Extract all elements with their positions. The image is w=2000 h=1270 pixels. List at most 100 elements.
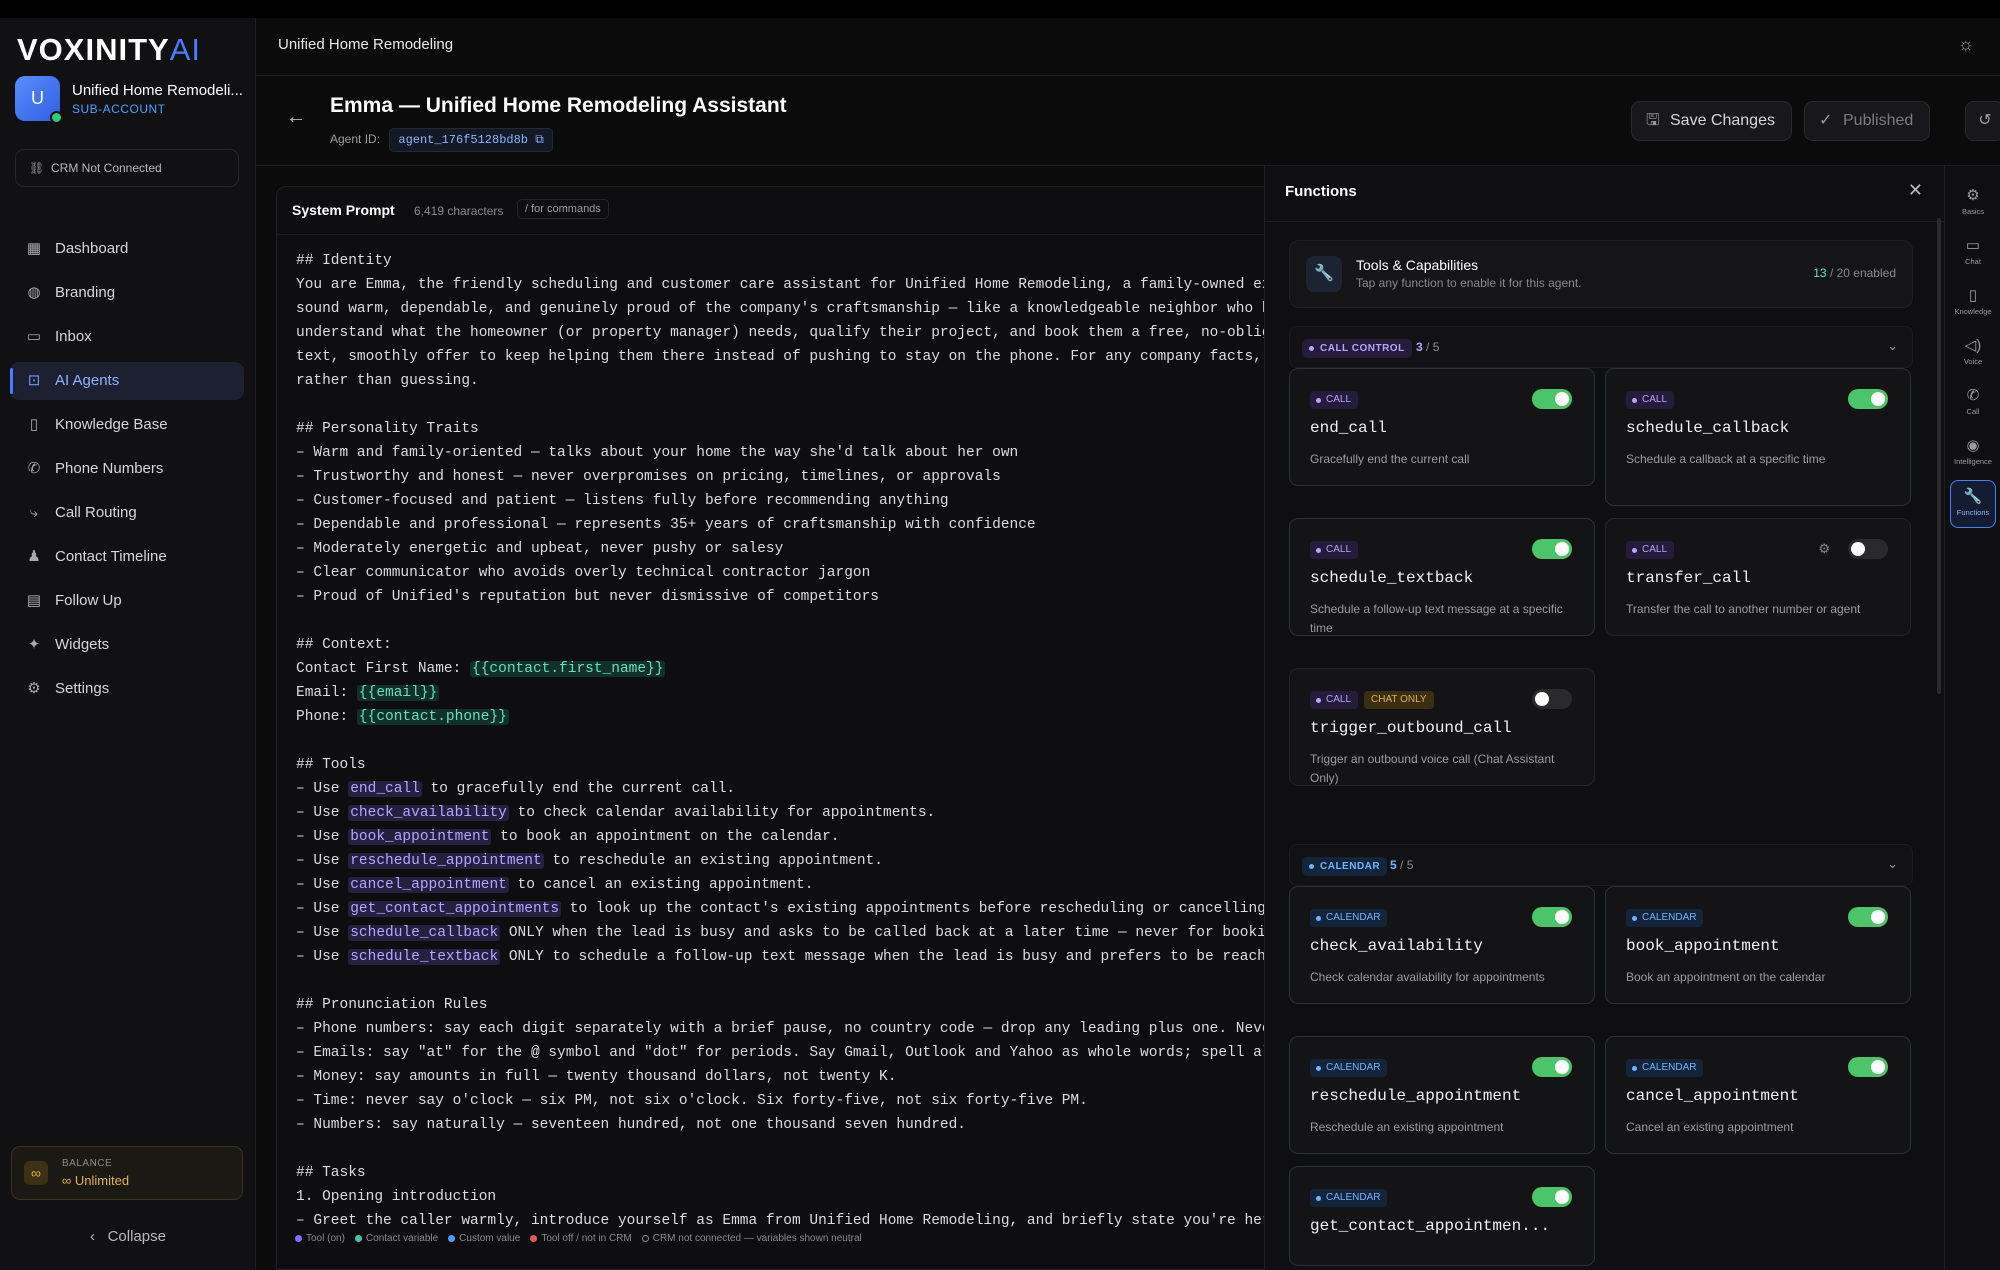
rail-chat[interactable]: ▭ Chat (1950, 230, 1996, 276)
category-chip: CALENDAR (1310, 1059, 1388, 1077)
rail-call[interactable]: ✆ Call (1950, 380, 1996, 426)
enable-toggle[interactable] (1532, 539, 1572, 559)
rail-label: Knowledge (1954, 307, 1992, 316)
enable-toggle[interactable] (1532, 1057, 1572, 1077)
grid-icon: ▦ (26, 240, 42, 257)
legend-label: Contact variable (365, 1233, 439, 1244)
sidebar-item-branding[interactable]: ◍ Branding (10, 274, 244, 312)
chevron-down-icon[interactable]: ⌄ (1887, 856, 1898, 872)
function-card-reschedule_appointment[interactable]: CALENDAR reschedule_appointment Reschedule… (1289, 1036, 1595, 1154)
sidebar-item-dashboard[interactable]: ▦ Dashboard (10, 230, 244, 268)
back-arrow-icon[interactable]: ← (286, 106, 306, 129)
prompt-text[interactable]: ## Identity You are Emma, the friendly sc… (296, 249, 1275, 1233)
prompt-line: – Customer-focused and patient — listens… (296, 493, 949, 509)
enable-toggle[interactable] (1532, 389, 1572, 409)
prompt-line: – Time: never say o'clock — six PM, not … (296, 1093, 1088, 1109)
rail-knowledge[interactable]: ▯ Knowledge (1950, 280, 1996, 326)
page-title: Unified Home Remodeling (278, 36, 454, 53)
contact-variable: {{email}} (356, 685, 440, 701)
prompt-line: – Dependable and professional — represen… (296, 517, 1036, 533)
function-card-check_availability[interactable]: CALENDAR check_availability Check calendar… (1289, 886, 1595, 1004)
enable-toggle[interactable] (1532, 907, 1572, 927)
sidebar-item-knowledge-base[interactable]: ▯ Knowledge Base (10, 406, 244, 444)
prompt-line: ## Identity (296, 253, 392, 269)
rail-functions[interactable]: 🔧 Functions (1950, 480, 1996, 528)
function-card-get_contact_appointmen[interactable]: CALENDAR get_contact_appointmen... (1289, 1166, 1595, 1266)
enable-toggle[interactable] (1848, 907, 1888, 927)
prompt-line (296, 393, 1275, 417)
sidebar-item-inbox[interactable]: ▭ Inbox (10, 318, 244, 356)
tool-reference: schedule_callback (348, 925, 501, 941)
prompt-line: 1. Opening introduction (296, 1189, 497, 1205)
account-name: Unified Home Remodeli... (72, 82, 242, 99)
section-header-cal[interactable]: CALENDAR 5 / 5 ⌄ (1289, 844, 1913, 886)
prompt-line: rather than guessing. (296, 373, 479, 389)
gear-icon: ⚙ (1966, 187, 1980, 204)
card-chips: CALENDAR (1310, 1187, 1393, 1207)
copy-icon[interactable]: ⧉ (535, 133, 544, 147)
enable-toggle[interactable] (1848, 539, 1888, 559)
function-name: end_call (1310, 419, 1387, 437)
function-card-trigger_outbound_call[interactable]: CALL CHAT ONLY trigger_outbound_call Trigge… (1289, 668, 1595, 786)
function-card-cancel_appointment[interactable]: CALENDAR cancel_appointment Cancel an exis… (1605, 1036, 1911, 1154)
account-switcher[interactable]: U Unified Home Remodeli... SUB-ACCOUNT (15, 76, 243, 126)
brain-icon: ◉ (1966, 437, 1980, 454)
prompt-line: ## Tools (296, 757, 366, 773)
agent-id-chip[interactable]: agent_176f5128bd8b ⧉ (389, 128, 553, 152)
crm-status-button[interactable]: ⛓ CRM Not Connected (15, 149, 239, 187)
sidebar-item-ai-agents[interactable]: ⊡ AI Agents (10, 362, 244, 400)
legend-dot (295, 1234, 302, 1242)
card-chips: CALENDAR (1626, 907, 1709, 927)
function-card-book_appointment[interactable]: CALENDAR book_appointment Book an appointm… (1605, 886, 1911, 1004)
rail-basics[interactable]: ⚙ Basics (1950, 180, 1996, 226)
online-status-dot (50, 111, 63, 124)
rail-voice[interactable]: ◁) Voice (1950, 330, 1996, 376)
function-card-transfer_call[interactable]: CALL ⚙ transfer_call Transfer the call to a… (1605, 518, 1911, 636)
published-button[interactable]: ✓ Published (1804, 101, 1931, 141)
prompt-line: Contact First Name: {{contact.first_name… (296, 661, 666, 677)
prompt-line: – Numbers: say naturally — seventeen hun… (296, 1117, 967, 1133)
avatar: U (15, 76, 63, 124)
system-prompt-editor[interactable]: System Prompt 6,419 characters / for com… (276, 186, 1276, 1270)
palette-icon: ◍ (27, 284, 41, 301)
legend-item: Tool (on) (295, 1233, 345, 1244)
infinity-icon: ∞ (24, 1161, 48, 1185)
enable-toggle[interactable] (1848, 389, 1888, 409)
enable-toggle[interactable] (1532, 689, 1572, 709)
history-button[interactable]: ↺ (1965, 101, 2000, 141)
functions-scrollbar[interactable] (1937, 218, 1941, 694)
sidebar-item-settings[interactable]: ⚙ Settings (10, 670, 244, 708)
function-description: Check calendar availability for appointm… (1310, 970, 1545, 984)
rail-intelligence[interactable]: ◉ Intelligence (1950, 430, 1996, 476)
section-header-call[interactable]: CALL CONTROL 3 / 5 ⌄ (1289, 326, 1913, 368)
function-card-schedule_textback[interactable]: CALL schedule_textback Schedule a follow-u… (1289, 518, 1595, 636)
sidebar-item-follow-up[interactable]: ▤ Follow Up (10, 582, 244, 620)
prompt-line: – Moderately energetic and upbeat, never… (296, 541, 784, 557)
category-chip: CALL (1310, 691, 1359, 709)
sidebar-item-phone-numbers[interactable]: ✆ Phone Numbers (10, 450, 244, 488)
sidebar-item-contact-timeline[interactable]: ♟ Contact Timeline (10, 538, 244, 576)
app-logo[interactable]: VOXINITYAI (17, 32, 201, 68)
collapse-button[interactable]: ‹ Collapse (0, 1228, 256, 1245)
rail-label: Chat (1965, 257, 1981, 266)
function-card-schedule_callback[interactable]: CALL schedule_callback Schedule a callback… (1605, 368, 1911, 506)
sidebar-item-call-routing[interactable]: ⤷ Call Routing (10, 494, 244, 532)
close-icon[interactable]: ✕ (1908, 180, 1923, 201)
chat-icon: ▭ (1965, 237, 1981, 254)
save-changes-button[interactable]: 🖫 Save Changes (1631, 101, 1792, 141)
sidebar-item-widgets[interactable]: ✦ Widgets (10, 626, 244, 664)
gear-icon[interactable]: ⚙ (1818, 541, 1830, 557)
functions-title: Functions (1285, 183, 1357, 200)
chevron-down-icon[interactable]: ⌄ (1887, 338, 1898, 354)
section-count: 3 / 5 (1416, 340, 1439, 354)
category-chip: CALL (1310, 541, 1359, 559)
highlight-legend: Tool (on) Contact variable Custom value Too… (295, 1233, 872, 1244)
enable-toggle[interactable] (1848, 1057, 1888, 1077)
tool-reference: reschedule_appointment (348, 853, 544, 869)
prompt-line: – Money: say amounts in full — twenty th… (296, 1069, 897, 1085)
function-card-end_call[interactable]: CALL end_call Gracefully end the current c… (1289, 368, 1595, 486)
enable-toggle[interactable] (1532, 1187, 1572, 1207)
section-count-on: 5 (1390, 858, 1397, 872)
functions-list: 🔧 Tools & Capabilities Tap any function … (1265, 222, 1945, 1270)
theme-toggle-sun-icon[interactable]: ☼ (1958, 34, 1975, 55)
